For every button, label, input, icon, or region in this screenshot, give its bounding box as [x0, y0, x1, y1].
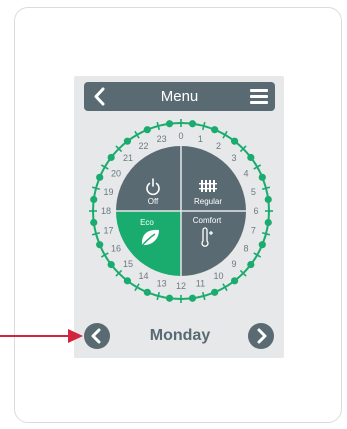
mode-regular-label: Regular: [194, 197, 222, 206]
schedule-slot[interactable]: [96, 173, 104, 181]
schedule-slot[interactable]: [123, 277, 132, 285]
schedule-slot[interactable]: [247, 153, 255, 162]
menu-title: Menu: [160, 88, 199, 105]
ring-tick: [156, 121, 161, 131]
hour-label: 6: [253, 206, 258, 216]
hour-label: 5: [251, 187, 256, 197]
mode-comfort-label: Comfort: [193, 216, 222, 225]
schedule-slot[interactable]: [143, 126, 151, 134]
arrow-right-icon: [0, 329, 83, 343]
hamburger-icon: [250, 89, 268, 104]
schedule-slot[interactable]: [143, 288, 151, 296]
day-label: Monday: [149, 327, 211, 344]
ring-tick: [201, 121, 206, 131]
next-day-button[interactable]: [248, 323, 274, 349]
schedule-slot[interactable]: [107, 153, 115, 162]
menu-bar: Menu: [84, 82, 275, 111]
schedule-slot[interactable]: [230, 277, 239, 285]
hour-label: 16: [111, 244, 121, 254]
ring-tick: [261, 186, 271, 191]
schedule-slot[interactable]: [230, 137, 239, 145]
ring-tick: [261, 231, 271, 236]
schedule-slot[interactable]: [258, 173, 266, 181]
chevron-left-icon: [91, 328, 101, 344]
ring-tick: [201, 291, 206, 301]
schedule-slot[interactable]: [165, 294, 174, 302]
hour-label: 23: [157, 134, 167, 144]
hour-label: 17: [104, 226, 114, 236]
schedule-slot[interactable]: [107, 260, 115, 269]
hour-label: 1: [198, 134, 203, 144]
hour-label: 15: [123, 259, 133, 269]
hour-label: 13: [157, 279, 167, 289]
prev-day-button[interactable]: [84, 323, 110, 349]
schedule-slot[interactable]: [165, 120, 174, 128]
hour-label: 12: [176, 281, 186, 291]
schedule-slot[interactable]: [188, 294, 197, 302]
schedule-slot[interactable]: [211, 126, 219, 134]
schedule-slot[interactable]: [90, 218, 98, 227]
hour-label: 11: [196, 279, 205, 289]
ring-tick: [156, 291, 161, 301]
hour-label: 9: [232, 259, 237, 269]
schedule-slot[interactable]: [264, 195, 272, 204]
ring-tick: [91, 186, 101, 191]
hour-label: 20: [111, 169, 121, 179]
schedule-dial: 0 1234567891011121314151617181920212223 O…: [89, 119, 273, 303]
hour-label: 7: [251, 226, 256, 236]
hour-label: 2: [216, 141, 221, 151]
hour-label: 0: [178, 131, 183, 141]
chevron-right-icon: [257, 328, 267, 344]
hour-label: 14: [138, 271, 148, 281]
mode-off-label: Off: [148, 197, 159, 206]
hour-label: 22: [138, 141, 148, 151]
menu-button[interactable]: [249, 87, 269, 106]
schedule-slot[interactable]: [264, 218, 272, 227]
hour-label: 18: [101, 206, 111, 216]
schedule-slot[interactable]: [247, 260, 255, 269]
hour-label: 3: [232, 153, 237, 163]
hour-label: 10: [213, 271, 223, 281]
schedule-slot[interactable]: [211, 288, 219, 296]
hour-label: 4: [243, 169, 248, 179]
hour-label: 21: [123, 153, 133, 163]
schedule-slot[interactable]: [258, 241, 266, 249]
hour-label: 8: [243, 244, 248, 254]
schedule-slot[interactable]: [96, 241, 104, 249]
mode-eco-label: Eco: [140, 218, 154, 227]
hour-label: 19: [104, 187, 114, 197]
schedule-slot[interactable]: [188, 120, 197, 128]
schedule-slot[interactable]: [123, 137, 132, 145]
ring-tick: [91, 231, 101, 236]
schedule-slot[interactable]: [90, 195, 98, 204]
